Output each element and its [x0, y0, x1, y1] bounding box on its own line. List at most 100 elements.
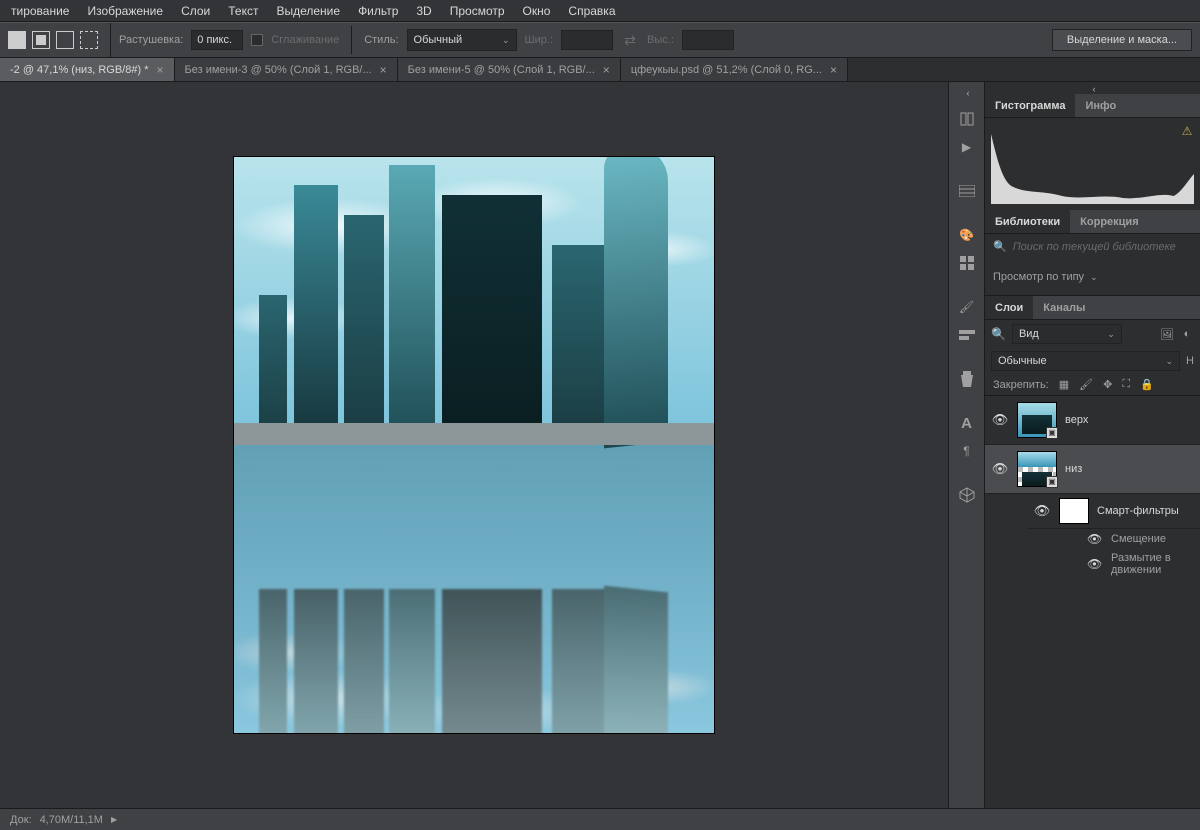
close-tab-icon[interactable]: × — [603, 63, 610, 77]
style-select[interactable]: Обычный ⌄ — [407, 29, 517, 51]
canvas-area[interactable] — [0, 82, 948, 808]
menu-item[interactable]: тирование — [2, 1, 78, 21]
blend-mode-select[interactable]: Обычные ⌄ — [991, 351, 1180, 371]
character-panel-icon[interactable]: A — [952, 410, 982, 436]
brush-presets-panel-icon[interactable] — [952, 322, 982, 348]
document-tab-label: -2 @ 47,1% (низ, RGB/8#) * — [10, 64, 148, 76]
3d-panel-icon[interactable] — [952, 482, 982, 508]
blend-mode-value: Обычные — [998, 355, 1047, 367]
subtract-selection-icon[interactable] — [56, 31, 74, 49]
document-tab-label: Без имени-3 @ 50% (Слой 1, RGB/... — [185, 64, 372, 76]
histogram-body: ⚠ — [985, 118, 1200, 210]
menu-item[interactable]: Изображение — [78, 1, 172, 21]
menu-item[interactable]: Справка — [559, 1, 624, 21]
tab-histogram[interactable]: Гистограмма — [985, 94, 1075, 117]
layer-visibility-icon[interactable]: 👁 — [991, 461, 1009, 477]
height-input — [682, 30, 734, 50]
menu-item[interactable]: Окно — [514, 1, 560, 21]
new-selection-icon[interactable] — [8, 31, 26, 49]
layer-visibility-icon[interactable]: 👁 — [1033, 503, 1051, 519]
filter-image-icon[interactable]: 🖼 — [1160, 327, 1174, 341]
close-tab-icon[interactable]: × — [830, 63, 837, 77]
paragraph-panel-icon[interactable]: ¶ — [952, 438, 982, 464]
histogram-warning-icon[interactable]: ⚠ — [1180, 124, 1194, 138]
document-tab-label: цфеукыы.psd @ 51,2% (Слой 0, RG... — [631, 64, 822, 76]
close-tab-icon[interactable]: × — [156, 63, 163, 77]
actions-panel-icon[interactable]: ▶ — [952, 134, 982, 160]
search-icon[interactable]: 🔍 — [991, 327, 1006, 341]
layer-thumbnail[interactable]: ▣ — [1017, 451, 1057, 487]
menu-item[interactable]: Просмотр — [441, 1, 514, 21]
chevron-down-icon: ⌄ — [1166, 356, 1174, 367]
status-menu-icon[interactable]: ▶ — [111, 815, 117, 824]
document-tab[interactable]: -2 @ 47,1% (низ, RGB/8#) * × — [0, 58, 175, 81]
library-search[interactable]: 🔍 Поиск по текущей библиотеке — [993, 240, 1192, 253]
lock-all-icon[interactable]: 🔒 — [1140, 378, 1154, 391]
clone-source-panel-icon[interactable] — [952, 366, 982, 392]
lock-row: Закрепить: ▦ 🖌 ✥ ⛶ 🔒 — [985, 374, 1200, 396]
library-view-type-label: Просмотр по типу — [993, 271, 1084, 283]
antialias-label: Сглаживание — [271, 34, 339, 46]
filter-adjustment-icon[interactable]: ◐ — [1180, 327, 1194, 341]
layer-visibility-icon[interactable]: 👁 — [1087, 532, 1101, 546]
library-search-placeholder: Поиск по текущей библиотеке — [1013, 241, 1176, 253]
layer-row[interactable]: 👁 ▣ низ — [985, 445, 1200, 494]
opacity-label: Н — [1186, 355, 1194, 367]
menu-item[interactable]: Выделение — [267, 1, 349, 21]
select-and-mask-button[interactable]: Выделение и маска... — [1052, 29, 1192, 51]
style-select-value: Обычный — [414, 34, 463, 46]
tab-channels[interactable]: Каналы — [1033, 296, 1095, 319]
menu-item[interactable]: Текст — [219, 1, 267, 21]
layer-list: 👁 ▣ верх 👁 ▣ — [985, 396, 1200, 808]
intersect-selection-icon[interactable] — [80, 31, 98, 49]
layer-name[interactable]: верх — [1065, 414, 1088, 426]
close-tab-icon[interactable]: × — [380, 63, 387, 77]
swatches-panel-icon[interactable] — [952, 178, 982, 204]
document-tab[interactable]: Без имени-3 @ 50% (Слой 1, RGB/... × — [175, 58, 398, 81]
color-panel-icon[interactable]: 🎨 — [952, 222, 982, 248]
layer-kind-select[interactable]: Вид ⌄ — [1012, 324, 1122, 344]
lock-position-icon[interactable]: ✥ — [1103, 378, 1112, 391]
style-label: Стиль: — [364, 34, 398, 46]
lock-label: Закрепить: — [993, 379, 1049, 391]
tab-correction[interactable]: Коррекция — [1070, 210, 1148, 233]
tab-layers[interactable]: Слои — [985, 296, 1033, 319]
menu-item[interactable]: 3D — [407, 1, 440, 21]
tab-info[interactable]: Инфо — [1075, 94, 1126, 117]
smart-filters-row[interactable]: 👁 Смарт-фильтры — [1027, 494, 1200, 529]
layer-kind-select-value: Вид — [1019, 328, 1039, 340]
filter-mask-thumbnail[interactable] — [1059, 498, 1089, 524]
right-panels: ‹‹ ▶ 🎨 🖌 A ¶ ‹‹ Гистограмма Инфо — [948, 82, 1200, 808]
document-tab[interactable]: цфеукыы.psd @ 51,2% (Слой 0, RG... × — [621, 58, 848, 81]
library-view-type[interactable]: Просмотр по типу ⌄ — [993, 271, 1192, 283]
smart-filter-item[interactable]: 👁 Размытие в движении — [1027, 549, 1200, 579]
tab-libraries[interactable]: Библиотеки — [985, 210, 1070, 233]
brush-panel-icon[interactable]: 🖌 — [952, 294, 982, 320]
add-selection-icon[interactable] — [32, 31, 50, 49]
layer-name[interactable]: низ — [1065, 463, 1082, 475]
chevron-down-icon: ⌄ — [502, 35, 510, 46]
smart-filter-name: Смещение — [1111, 533, 1166, 545]
styles-panel-icon[interactable] — [952, 250, 982, 276]
layer-visibility-icon[interactable]: 👁 — [991, 412, 1009, 428]
antialias-checkbox[interactable] — [251, 34, 263, 46]
menu-item[interactable]: Слои — [172, 1, 219, 21]
document-tab[interactable]: Без имени-5 @ 50% (Слой 1, RGB/... × — [398, 58, 621, 81]
menu-item[interactable]: Фильтр — [349, 1, 407, 21]
feather-input[interactable] — [191, 30, 243, 50]
lock-artboard-icon[interactable]: ⛶ — [1122, 378, 1130, 391]
doc-size-label: Док: — [10, 814, 32, 826]
panel-icon-strip: ‹‹ ▶ 🎨 🖌 A ¶ — [949, 82, 985, 808]
history-panel-icon[interactable] — [952, 106, 982, 132]
layer-thumbnail[interactable]: ▣ — [1017, 402, 1057, 438]
swap-dimensions-icon[interactable]: ⇄ — [621, 31, 639, 49]
smart-filter-item[interactable]: 👁 Смещение — [1027, 529, 1200, 549]
lock-pixels-icon[interactable]: 🖌 — [1079, 378, 1093, 391]
smart-object-badge-icon: ▣ — [1046, 427, 1058, 439]
lock-transparency-icon[interactable]: ▦ — [1059, 378, 1069, 391]
layer-visibility-icon[interactable]: 👁 — [1087, 557, 1101, 571]
feather-label: Растушевка: — [119, 34, 183, 46]
layer-row[interactable]: 👁 ▣ верх — [985, 396, 1200, 445]
smart-filter-name: Размытие в движении — [1111, 552, 1194, 576]
libraries-panel-tabs: Библиотеки Коррекция — [985, 210, 1200, 234]
